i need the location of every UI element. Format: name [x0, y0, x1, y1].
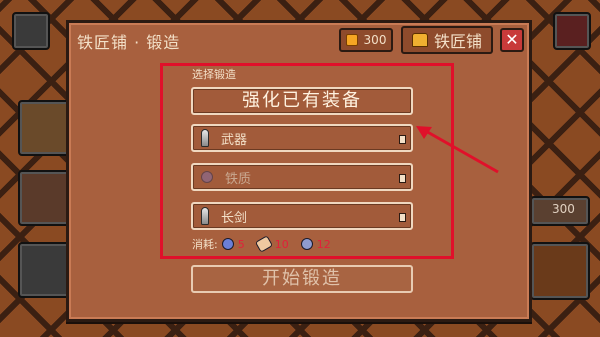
- annotation-arrow-icon: [416, 126, 499, 174]
